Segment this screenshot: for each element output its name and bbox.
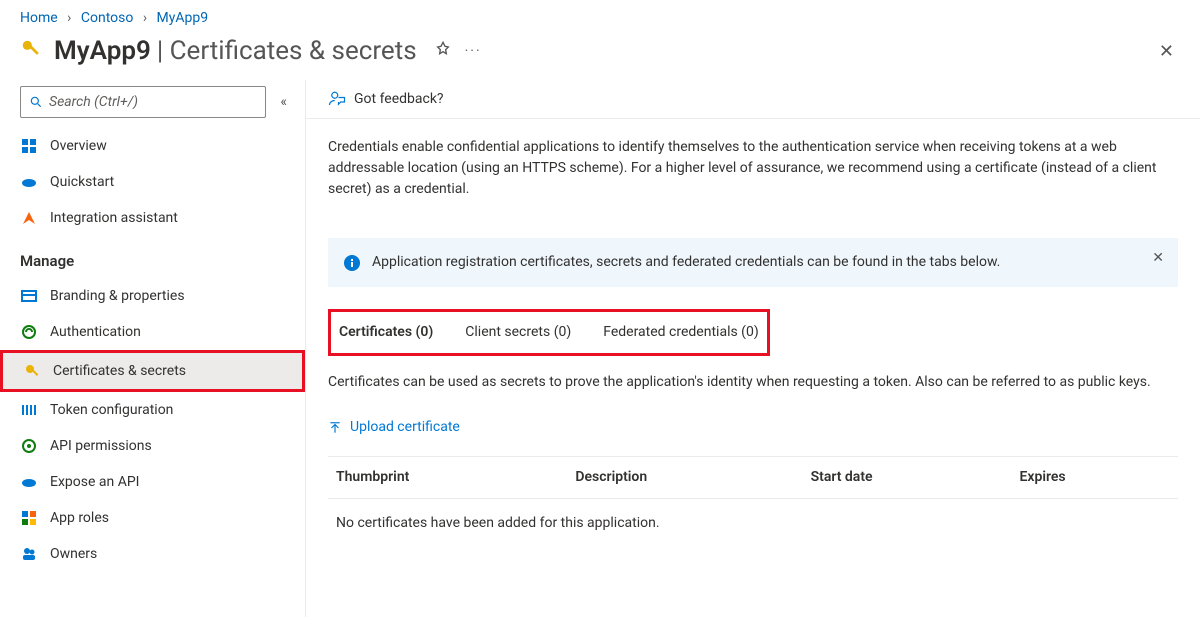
col-description: Description bbox=[567, 456, 802, 498]
toolbar: Got feedback? bbox=[306, 80, 1200, 119]
col-expires: Expires bbox=[1011, 456, 1178, 498]
main-content: Got feedback? Credentials enable confide… bbox=[306, 80, 1200, 617]
cloud-icon bbox=[20, 173, 38, 191]
tab-certificates[interactable]: Certificates (0) bbox=[337, 320, 435, 347]
sidebar-item-api-permissions[interactable]: API permissions bbox=[0, 428, 305, 464]
upload-certificate-button[interactable]: Upload certificate bbox=[328, 417, 460, 438]
feedback-label: Got feedback? bbox=[354, 91, 444, 107]
search-icon bbox=[29, 95, 43, 109]
info-icon bbox=[344, 255, 360, 271]
credential-tabs: Certificates (0) Client secrets (0) Fede… bbox=[337, 320, 761, 347]
key-icon bbox=[23, 362, 41, 380]
search-input[interactable]: Search (Ctrl+/) bbox=[20, 86, 266, 118]
sidebar-item-overview[interactable]: Overview bbox=[0, 128, 305, 164]
sidebar-item-token-config[interactable]: Token configuration bbox=[0, 392, 305, 428]
highlight-certificates-nav: Certificates & secrets bbox=[0, 350, 305, 392]
sidebar-item-certificates[interactable]: Certificates & secrets bbox=[3, 353, 302, 389]
close-icon[interactable]: ✕ bbox=[1159, 41, 1180, 62]
page-header: MyApp9 | Certificates & secrets ··· ✕ bbox=[0, 32, 1200, 80]
sidebar: Search (Ctrl+/) « Overview Quickstart In… bbox=[0, 80, 306, 617]
sidebar-item-branding[interactable]: Branding & properties bbox=[0, 278, 305, 314]
upload-certificate-label: Upload certificate bbox=[350, 417, 460, 438]
rocket-icon bbox=[20, 209, 38, 227]
sidebar-item-integration[interactable]: Integration assistant bbox=[0, 200, 305, 236]
info-bar: Application registration certificates, s… bbox=[328, 238, 1178, 287]
sidebar-item-label: Integration assistant bbox=[50, 210, 178, 226]
sidebar-section-manage: Manage bbox=[0, 236, 305, 278]
feedback-icon bbox=[328, 90, 346, 108]
sidebar-item-owners[interactable]: Owners bbox=[0, 536, 305, 572]
breadcrumb-app[interactable]: MyApp9 bbox=[157, 10, 209, 26]
tab-client-secrets[interactable]: Client secrets (0) bbox=[463, 320, 573, 347]
credentials-description: Credentials enable confidential applicat… bbox=[328, 137, 1178, 200]
more-icon[interactable]: ··· bbox=[465, 43, 482, 59]
col-start-date: Start date bbox=[803, 456, 1012, 498]
key-icon bbox=[20, 38, 42, 64]
sidebar-item-expose-api[interactable]: Expose an API bbox=[0, 464, 305, 500]
sidebar-item-label: Certificates & secrets bbox=[53, 363, 186, 379]
breadcrumb-tenant[interactable]: Contoso bbox=[81, 10, 133, 26]
sidebar-nav: Overview Quickstart Integration assistan… bbox=[0, 128, 305, 617]
expose-api-icon bbox=[20, 473, 38, 491]
token-icon bbox=[20, 401, 38, 419]
chevron-right-icon: › bbox=[143, 10, 147, 26]
breadcrumb-home[interactable]: Home bbox=[20, 10, 58, 26]
pin-icon[interactable] bbox=[435, 41, 451, 61]
tab-description: Certificates can be used as secrets to p… bbox=[328, 372, 1178, 393]
upload-icon bbox=[328, 421, 342, 435]
api-permissions-icon bbox=[20, 437, 38, 455]
certificates-empty-message: No certificates have been added for this… bbox=[328, 499, 1178, 548]
app-roles-icon bbox=[20, 509, 38, 527]
sidebar-item-authentication[interactable]: Authentication bbox=[0, 314, 305, 350]
sidebar-item-label: Owners bbox=[50, 546, 97, 562]
sidebar-item-label: API permissions bbox=[50, 438, 152, 454]
sidebar-item-app-roles[interactable]: App roles bbox=[0, 500, 305, 536]
tab-federated-credentials[interactable]: Federated credentials (0) bbox=[601, 320, 760, 347]
sidebar-item-label: Quickstart bbox=[50, 174, 114, 190]
sidebar-item-label: Overview bbox=[50, 138, 107, 154]
chevron-right-icon: › bbox=[67, 10, 71, 26]
sidebar-item-quickstart[interactable]: Quickstart bbox=[0, 164, 305, 200]
sidebar-item-label: Branding & properties bbox=[50, 288, 185, 304]
feedback-button[interactable]: Got feedback? bbox=[328, 90, 444, 108]
sidebar-item-label: Token configuration bbox=[50, 402, 173, 418]
info-message: Application registration certificates, s… bbox=[372, 252, 1000, 273]
dismiss-info-icon[interactable]: ✕ bbox=[1152, 248, 1164, 269]
branding-icon bbox=[20, 287, 38, 305]
auth-icon bbox=[20, 323, 38, 341]
certificates-table: Thumbprint Description Start date Expire… bbox=[328, 456, 1178, 499]
page-title: MyApp9 | Certificates & secrets bbox=[54, 36, 417, 66]
col-thumbprint: Thumbprint bbox=[328, 456, 567, 498]
sidebar-item-label: Expose an API bbox=[50, 474, 139, 490]
sidebar-item-label: App roles bbox=[50, 510, 109, 526]
overview-icon bbox=[20, 137, 38, 155]
collapse-sidebar-icon[interactable]: « bbox=[280, 94, 287, 110]
sidebar-item-label: Authentication bbox=[50, 324, 141, 340]
highlight-tabs: Certificates (0) Client secrets (0) Fede… bbox=[328, 309, 770, 356]
breadcrumb: Home › Contoso › MyApp9 bbox=[0, 0, 1200, 32]
owners-icon bbox=[20, 545, 38, 563]
